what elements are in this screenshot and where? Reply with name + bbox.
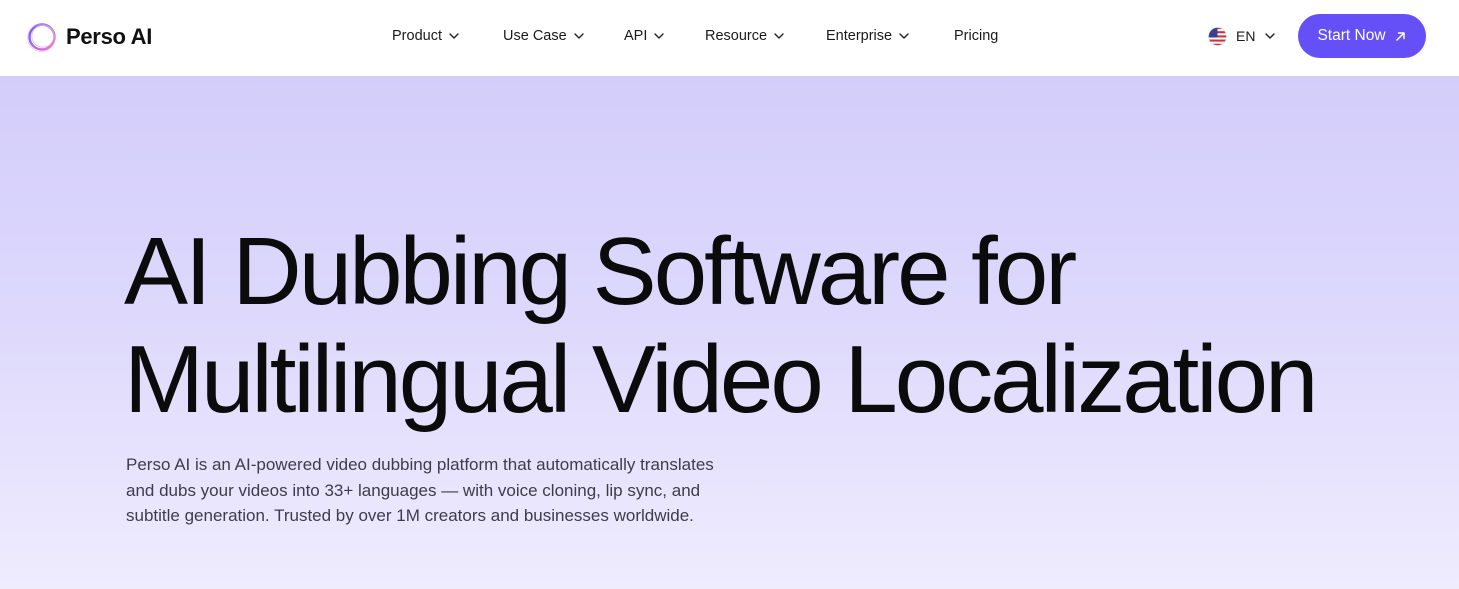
- nav-item-enterprise[interactable]: Enterprise: [826, 26, 910, 46]
- nav-item-label: Pricing: [954, 28, 999, 44]
- nav-item-resource[interactable]: Resource: [705, 26, 785, 46]
- chevron-down-icon: [654, 33, 665, 39]
- start-now-label: Start Now: [1317, 27, 1386, 44]
- hero-title: AI Dubbing Software for Multilingual Vid…: [124, 218, 1364, 434]
- hero-section: AI Dubbing Software for Multilingual Vid…: [0, 76, 1459, 589]
- top-navbar: Perso AI Product Use Case API Resource E…: [0, 0, 1459, 76]
- us-flag-icon: [1208, 26, 1227, 46]
- brand-logo[interactable]: Perso AI: [26, 19, 152, 55]
- hero-description: Perso AI is an AI-powered video dubbing …: [126, 455, 714, 525]
- nav-item-label: Resource: [705, 28, 768, 44]
- chevron-down-icon: [899, 33, 909, 39]
- start-now-button[interactable]: Start Now: [1298, 14, 1426, 58]
- chevron-down-icon: [573, 33, 584, 39]
- nav-item-label: Product: [392, 28, 442, 44]
- arrow-up-right-icon: [1395, 31, 1405, 41]
- nav-item-use-case[interactable]: Use Case: [503, 26, 585, 46]
- nav-item-label: API: [624, 28, 648, 44]
- hero-title-line-1: AI Dubbing Software for: [124, 218, 1077, 325]
- nav-item-pricing[interactable]: Pricing: [954, 26, 998, 46]
- nav-item-label: Use Case: [503, 28, 567, 44]
- language-code: EN: [1236, 28, 1256, 44]
- nav-item-api[interactable]: API: [624, 26, 665, 46]
- nav-item-label: Enterprise: [826, 28, 893, 44]
- language-selector[interactable]: EN: [1208, 26, 1276, 46]
- brand-name: Perso AI: [66, 24, 153, 49]
- nav-item-product[interactable]: Product: [392, 26, 460, 46]
- chevron-down-icon: [449, 33, 459, 39]
- hero-title-line-2: Multilingual Video Localization: [124, 326, 1318, 433]
- chevron-down-icon: [774, 33, 784, 39]
- ring-logo-icon: [27, 23, 56, 52]
- chevron-down-icon: [1265, 33, 1276, 39]
